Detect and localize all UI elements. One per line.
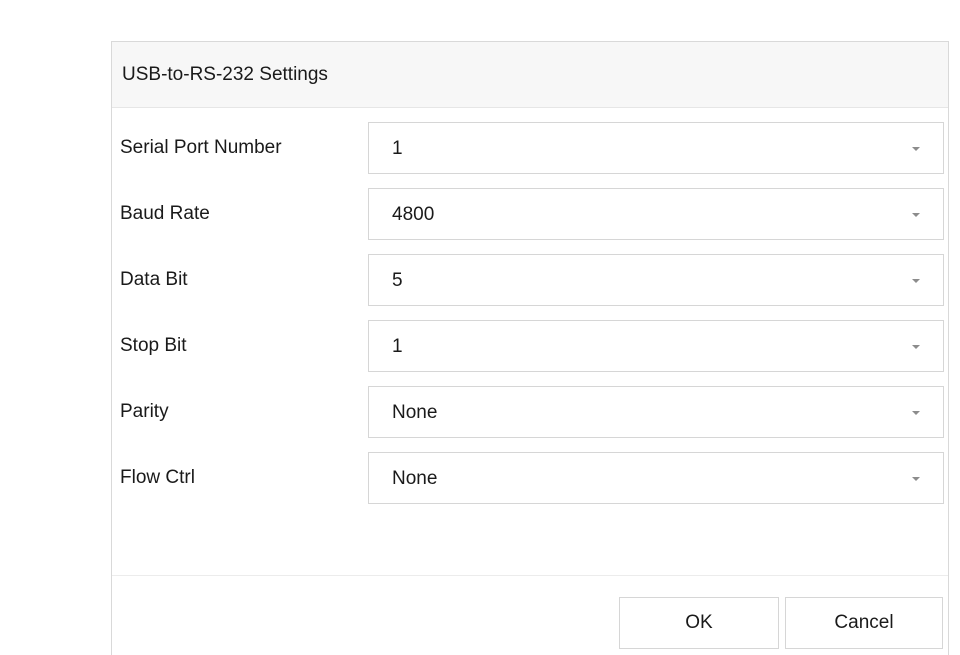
ok-button[interactable]: OK — [619, 597, 779, 649]
data-bit-label: Data Bit — [120, 269, 188, 290]
dialog-header: USB-to-RS-232 Settings — [112, 42, 948, 108]
chevron-down-icon — [912, 477, 920, 481]
parity-label: Parity — [120, 401, 169, 422]
stop-bit-label: Stop Bit — [120, 335, 187, 356]
footer-divider — [112, 575, 948, 576]
baud-rate-select[interactable]: 4800 — [368, 188, 944, 240]
serial-port-number-select[interactable]: 1 — [368, 122, 944, 174]
baud-rate-label: Baud Rate — [120, 203, 210, 224]
stop-bit-value: 1 — [392, 336, 403, 357]
chevron-down-icon — [912, 345, 920, 349]
dialog-title: USB-to-RS-232 Settings — [122, 64, 328, 85]
stop-bit-select[interactable]: 1 — [368, 320, 944, 372]
serial-port-number-value: 1 — [392, 138, 403, 159]
flow-ctrl-select[interactable]: None — [368, 452, 944, 504]
usb-rs232-settings-dialog: USB-to-RS-232 Settings Serial Port Numbe… — [111, 41, 949, 655]
form-row-stop-bit: Stop Bit 1 — [112, 320, 948, 372]
flow-ctrl-label: Flow Ctrl — [120, 467, 195, 488]
data-bit-value: 5 — [392, 270, 403, 291]
chevron-down-icon — [912, 147, 920, 151]
form-row-baud-rate: Baud Rate 4800 — [112, 188, 948, 240]
form-row-flow-ctrl: Flow Ctrl None — [112, 452, 948, 504]
parity-value: None — [392, 402, 438, 423]
cancel-button[interactable]: Cancel — [785, 597, 943, 649]
flow-ctrl-value: None — [392, 468, 438, 489]
serial-port-number-label: Serial Port Number — [120, 137, 282, 158]
data-bit-select[interactable]: 5 — [368, 254, 944, 306]
chevron-down-icon — [912, 279, 920, 283]
parity-select[interactable]: None — [368, 386, 944, 438]
chevron-down-icon — [912, 411, 920, 415]
form-row-serial-port-number: Serial Port Number 1 — [112, 122, 948, 174]
chevron-down-icon — [912, 213, 920, 217]
form-row-data-bit: Data Bit 5 — [112, 254, 948, 306]
baud-rate-value: 4800 — [392, 204, 435, 225]
form-row-parity: Parity None — [112, 386, 948, 438]
